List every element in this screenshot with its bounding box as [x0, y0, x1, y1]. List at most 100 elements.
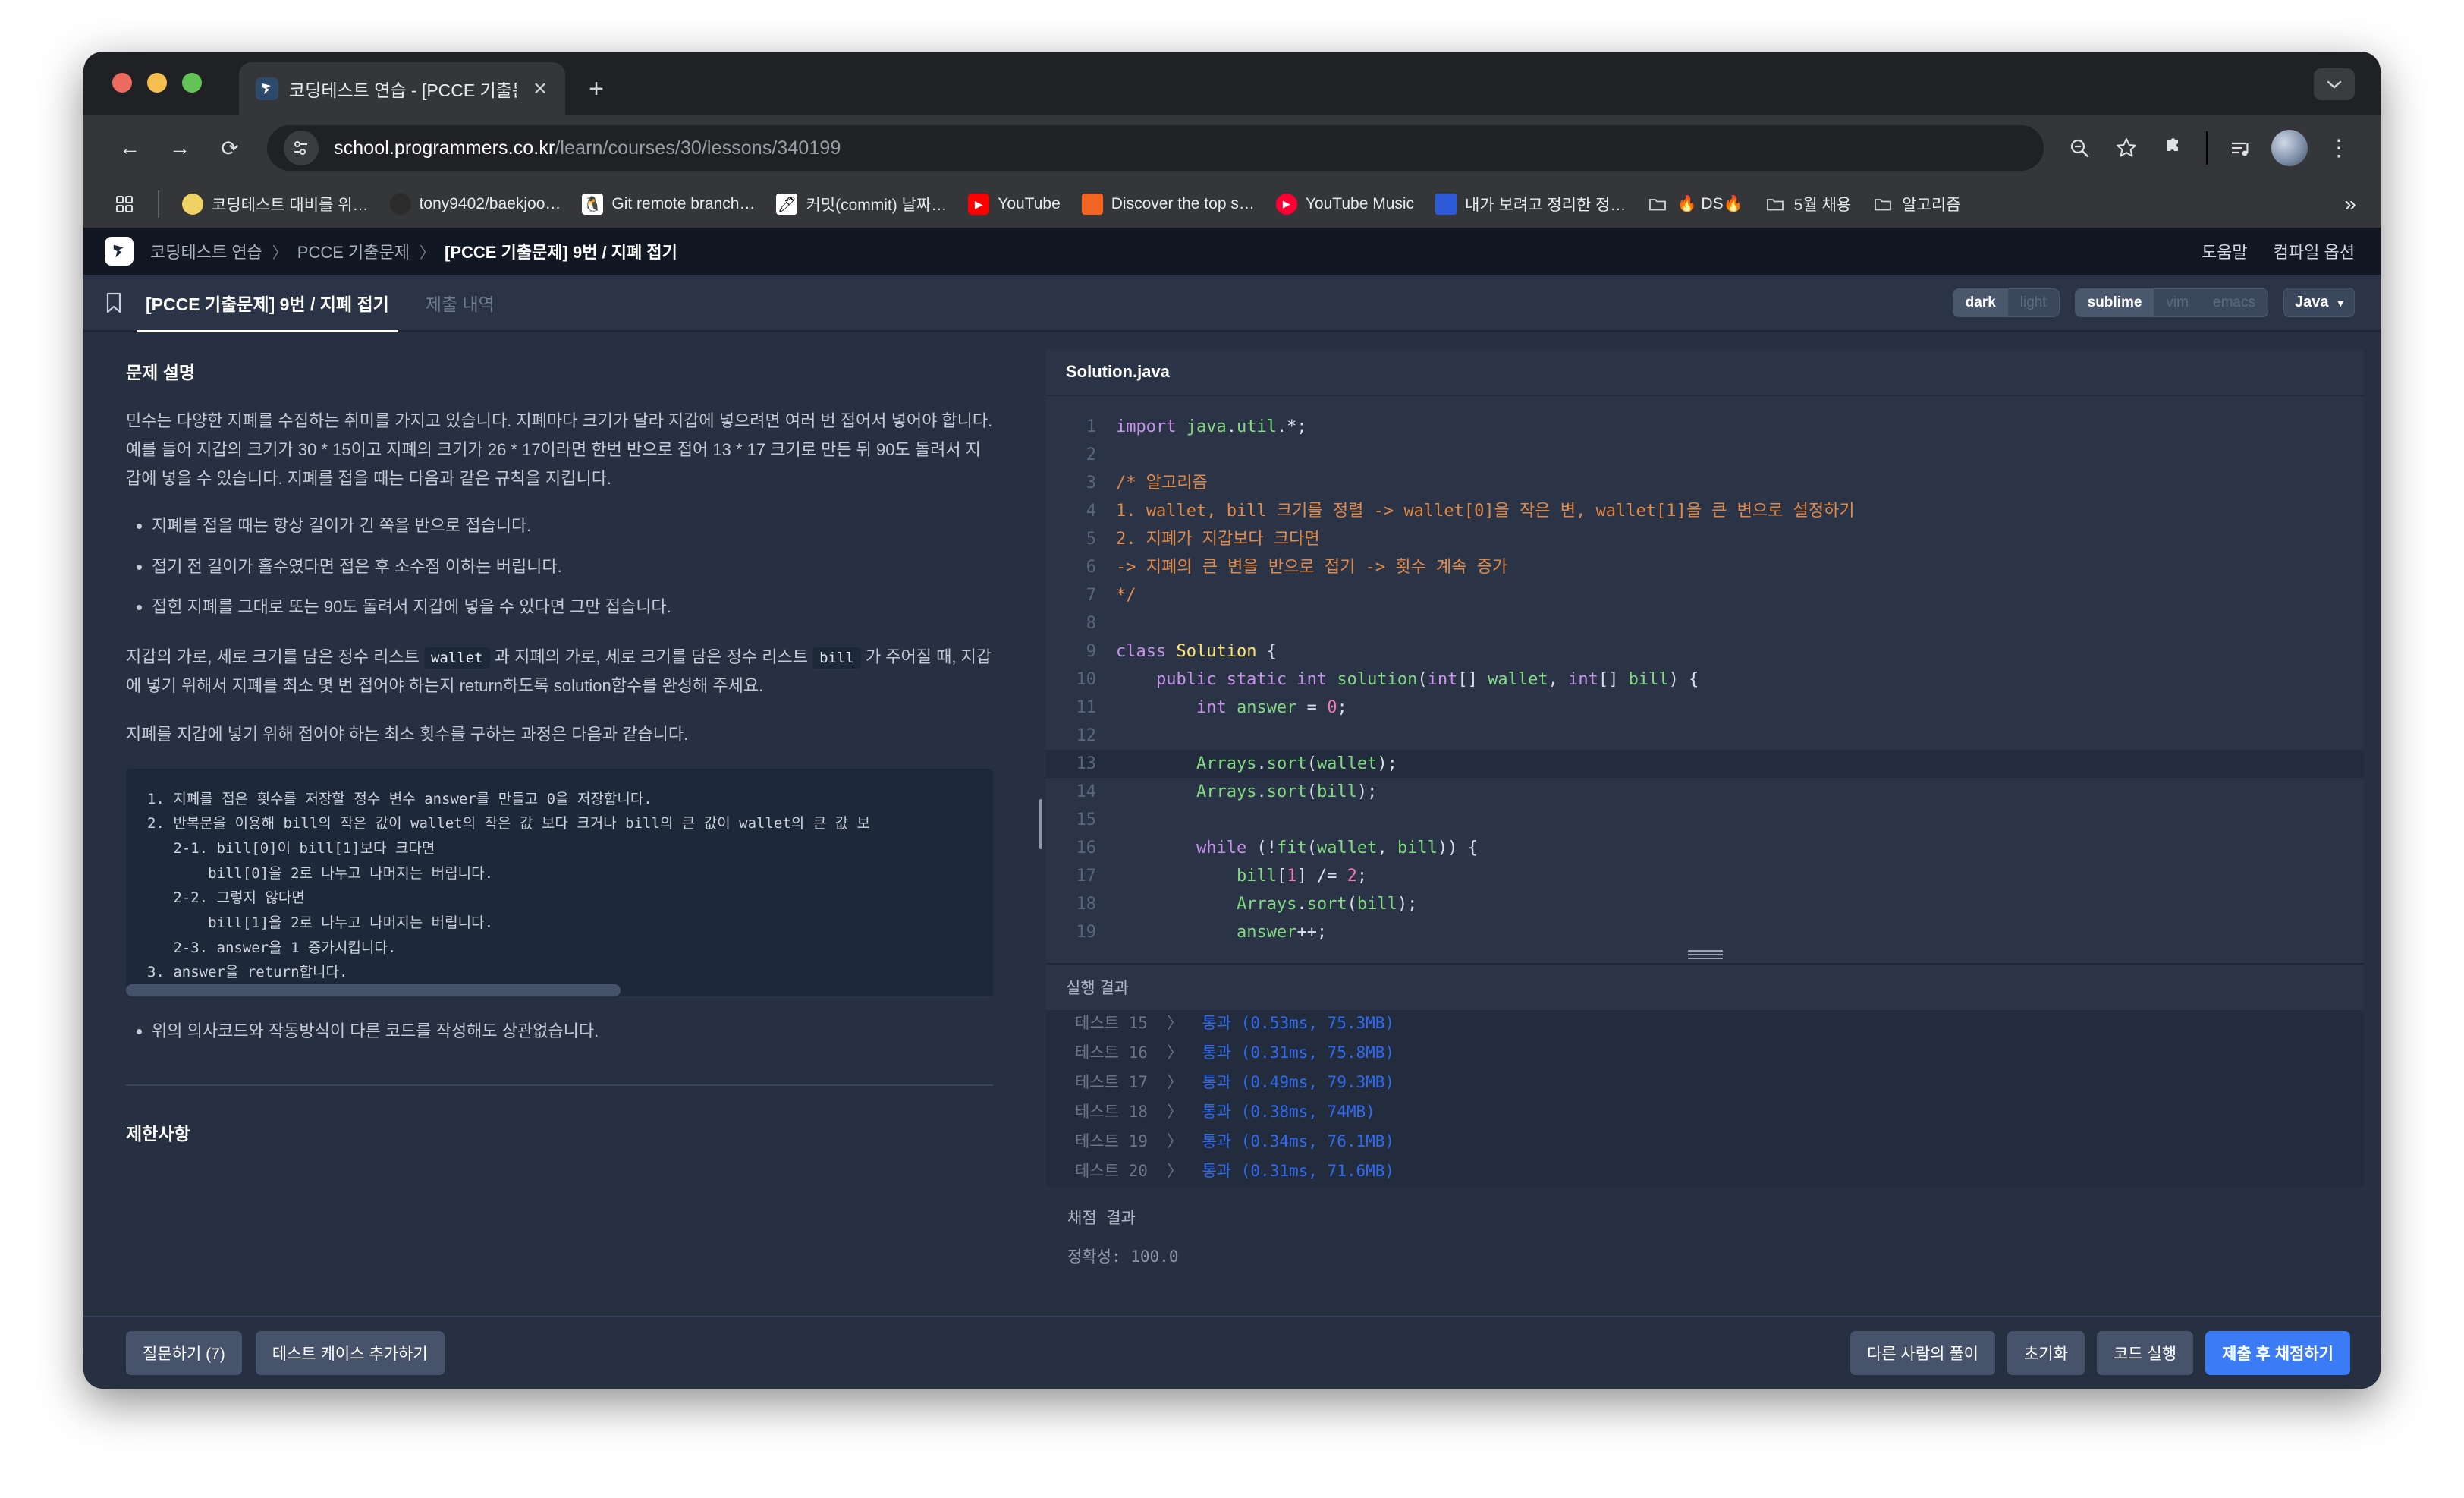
other-solutions-button[interactable]: 다른 사람의 풀이 [1850, 1331, 1995, 1375]
bookmarks-overflow-icon[interactable]: » [2337, 192, 2364, 216]
keymap-option-vim[interactable]: vim [2154, 289, 2201, 316]
extensions-puzzle-icon[interactable] [2151, 126, 2195, 170]
code-editor[interactable]: 1 import java.util.*; 2 3 /* 알고리즘 4 1. wallet,… [1046, 396, 2364, 946]
browser-menu-icon[interactable]: ⋮ [2317, 126, 2361, 170]
profile-avatar[interactable] [2271, 130, 2308, 166]
line-number: 11 [1076, 698, 1097, 717]
reset-button[interactable]: 초기화 [2007, 1331, 2085, 1375]
help-link[interactable]: 도움말 [2202, 239, 2248, 263]
breadcrumb-separator: 〉 [420, 244, 435, 262]
code-text: -> 지폐의 큰 변을 반으로 접기 -> 횟수 계속 증가 [1116, 558, 1508, 577]
forward-button[interactable]: → [156, 124, 203, 172]
code-text: 2. 지폐가 지갑보다 크다면 [1116, 530, 1320, 549]
bookmarks-divider [158, 190, 159, 218]
bookmark-label: 🔥 DS🔥 [1677, 195, 1743, 212]
breadcrumb-item-course[interactable]: 코딩테스트 연습 [150, 239, 262, 263]
test-arrow-icon: 〉 [1167, 1103, 1202, 1121]
line-number: 2 [1086, 445, 1096, 464]
programmers-favicon-icon [256, 77, 278, 100]
bookmark-folder[interactable]: 🔥 DS🔥 [1638, 188, 1752, 220]
submit-and-grade-button[interactable]: 제출 후 채점하기 [2205, 1331, 2350, 1375]
compile-options-link[interactable]: 컴파일 옵션 [2274, 239, 2355, 263]
test-arrow-icon: 〉 [1167, 1132, 1202, 1150]
back-button[interactable]: ← [106, 124, 153, 172]
toolbar-divider [2206, 131, 2208, 165]
bookmark-favicon-icon: 🐧 [582, 194, 604, 215]
bookmark-item[interactable]: tony9402/baekjoo… [381, 188, 570, 220]
score-title: 채점 결과 [1067, 1209, 1136, 1227]
tab-submissions[interactable]: 제출 내역 [416, 274, 504, 332]
keymap-option-sublime[interactable]: sublime [2075, 288, 2154, 316]
bookmark-item[interactable]: 🐧 Git remote branch… [573, 188, 764, 220]
list-item: 접힌 지폐를 그대로 또는 90도 돌려서 지갑에 넣을 수 있다면 그만 접습… [152, 593, 993, 620]
code-token-bill: bill [812, 647, 861, 669]
folder-icon [1647, 194, 1668, 215]
bookmark-folder[interactable]: 알고리즘 [1863, 187, 1969, 221]
folder-icon [1765, 194, 1786, 215]
breadcrumb-item-category[interactable]: PCCE 기출문제 [297, 239, 410, 263]
code-line: 11 int answer = 0; [1046, 694, 2364, 722]
score-accuracy: 정확성: 100.0 [1067, 1248, 1179, 1266]
pseudocode-horizontal-scrollbar[interactable] [126, 983, 993, 996]
keymap-option-emacs[interactable]: emacs [2201, 289, 2268, 316]
editor-filename: Solution.java [1046, 349, 2364, 396]
programmers-logo-icon[interactable] [105, 237, 134, 266]
tab-list-chevron-icon[interactable] [2314, 68, 2355, 100]
apps-grid-icon[interactable] [105, 187, 144, 221]
zoom-out-icon[interactable] [2057, 126, 2101, 170]
bookmark-item[interactable]: 코딩테스트 대비를 위… [173, 187, 378, 221]
close-window-button[interactable] [112, 73, 132, 93]
bookmark-folder[interactable]: 5월 채용 [1755, 187, 1860, 221]
line-number: 18 [1076, 895, 1097, 914]
browser-tab-title: 코딩테스트 연습 - [PCCE 기출문 [289, 80, 517, 100]
bookmark-item[interactable]: 🖊 커밋(commit) 날짜… [767, 187, 956, 221]
test-name: 테스트 19 [1075, 1132, 1168, 1150]
problem-paragraph-2: 지갑의 가로, 세로 크기를 담은 정수 리스트 wallet 과 지폐의 가로… [126, 643, 993, 700]
close-tab-icon[interactable]: ✕ [527, 76, 553, 102]
code-line: 17 bill[1] /= 2; [1046, 862, 2364, 890]
tab-problem[interactable]: [PCCE 기출문제] 9번 / 지폐 접기 [137, 274, 398, 334]
list-item: 접기 전 길이가 홀수였다면 접은 후 소수점 이하는 버립니다. [152, 553, 993, 580]
maximize-window-button[interactable] [182, 73, 202, 93]
theme-option-dark[interactable]: dark [1953, 288, 2008, 316]
code-line: 1 import java.util.*; [1046, 413, 2364, 441]
site-info-icon[interactable] [284, 131, 319, 165]
bookmark-favicon-icon [1435, 194, 1457, 215]
add-test-case-button[interactable]: 테스트 케이스 추가하기 [255, 1331, 445, 1375]
address-bar[interactable]: school.programmers.co.kr/learn/courses/3… [267, 125, 2044, 171]
editor-pane: Solution.java 1 import java.util.*; 2 3 /* 알… [1046, 332, 2381, 1316]
bookmark-label: 알고리즘 [1902, 197, 1961, 214]
editor-resize-handle[interactable] [1046, 946, 2364, 963]
test-result-row: 테스트 17 〉 통과 (0.49ms, 79.3MB) [1075, 1068, 2364, 1097]
list-item: 위의 의사코드와 작동방식이 다른 코드를 작성해도 상관없습니다. [152, 1018, 993, 1042]
reload-button[interactable]: ⟳ [206, 124, 253, 172]
bookmarks-bar: 코딩테스트 대비를 위… tony9402/baekjoo… 🐧 Git remo… [83, 181, 2381, 228]
minimize-window-button[interactable] [147, 73, 167, 93]
code-text: */ [1116, 586, 1136, 605]
bookmark-item[interactable]: 내가 보려고 정리한 정… [1426, 187, 1635, 221]
test-result-row: 테스트 20 〉 통과 (0.31ms, 71.6MB) [1075, 1157, 2364, 1186]
pane-resize-handle[interactable] [1036, 332, 1046, 1316]
bookmark-star-icon[interactable] [2104, 126, 2148, 170]
bookmark-outline-icon[interactable] [105, 291, 123, 314]
ask-question-button[interactable]: 질문하기 (7) [126, 1331, 242, 1375]
new-tab-button[interactable]: + [576, 68, 617, 109]
bookmark-item[interactable]: Discover the top s… [1073, 188, 1264, 220]
language-select[interactable]: Java ▾ [2283, 288, 2355, 317]
bookmark-item[interactable]: ▶ YouTube [959, 188, 1070, 220]
code-line: 19 answer++; [1046, 918, 2364, 946]
line-number: 3 [1086, 474, 1096, 493]
code-line: 6 -> 지폐의 큰 변을 반으로 접기 -> 횟수 계속 증가 [1046, 553, 2364, 581]
line-number: 10 [1076, 670, 1097, 689]
pseudocode-text: 1. 지폐를 접은 횟수를 저장할 정수 변수 answer를 만들고 0을 저… [147, 790, 871, 981]
media-list-icon[interactable] [2218, 126, 2262, 170]
code-line: 12 [1046, 722, 2364, 750]
test-name: 테스트 20 [1075, 1162, 1168, 1180]
theme-option-light[interactable]: light [2008, 289, 2059, 316]
run-code-button[interactable]: 코드 실행 [2096, 1331, 2194, 1375]
code-text: int answer = 0; [1116, 698, 1347, 717]
bookmark-item[interactable]: ▶ YouTube Music [1267, 188, 1423, 220]
bookmark-label: 5월 채용 [1793, 197, 1852, 214]
browser-tab[interactable]: 코딩테스트 연습 - [PCCE 기출문 ✕ [239, 62, 565, 115]
test-arrow-icon: 〉 [1167, 1043, 1202, 1062]
